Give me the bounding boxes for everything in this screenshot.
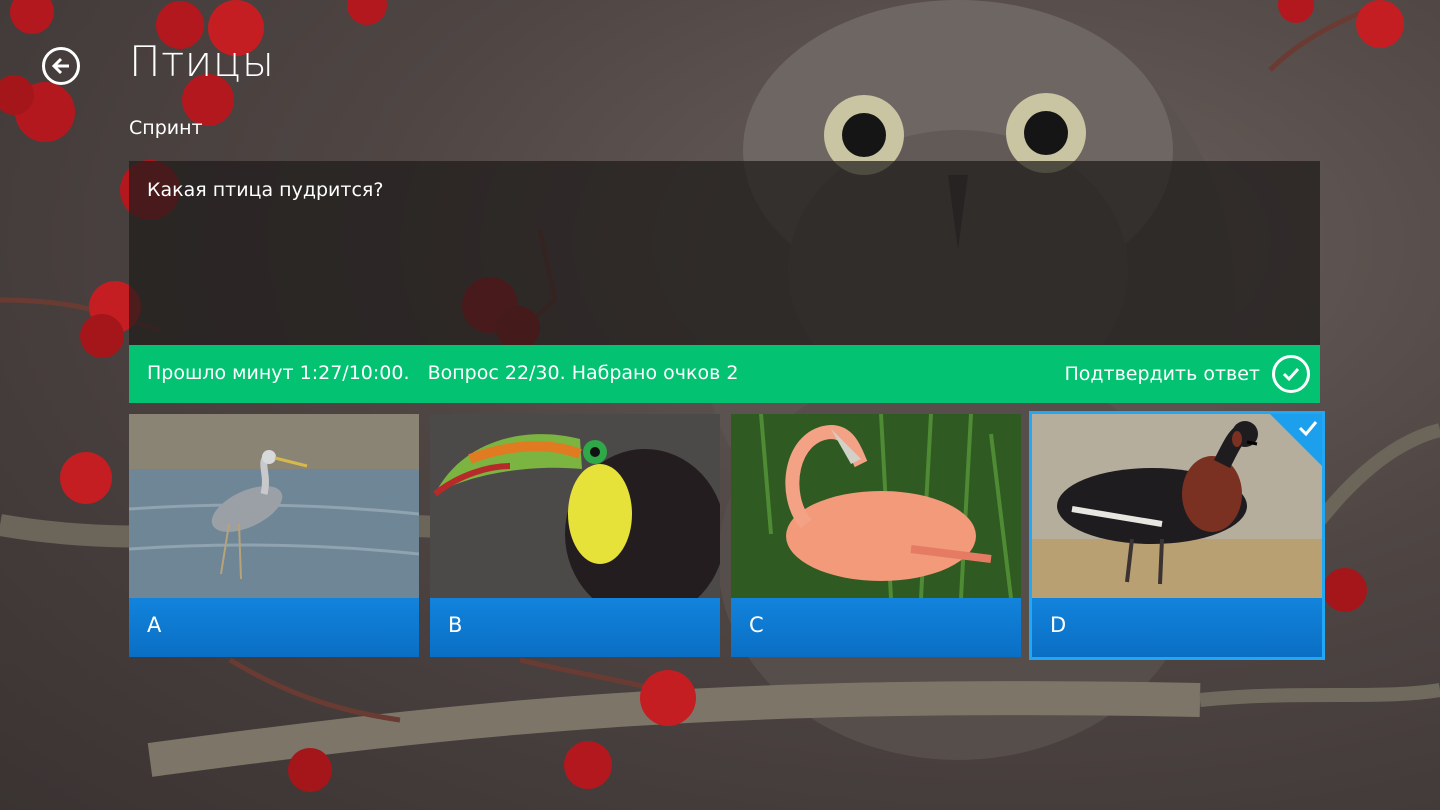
page-title: Птицы — [129, 37, 275, 86]
answer-letter: A — [147, 613, 162, 637]
confirm-answer-label: Подтвердить ответ — [1064, 363, 1260, 385]
confirm-answer-button[interactable]: Подтвердить ответ — [1064, 354, 1310, 394]
answer-label-bar: D — [1032, 598, 1322, 657]
flamingo-photo — [731, 414, 1021, 598]
back-arrow-icon — [51, 57, 69, 75]
back-button[interactable] — [42, 47, 80, 85]
quiz-progress-text: Прошло минут 1:27/10:00. Вопрос 22/30. Н… — [147, 362, 739, 384]
question-panel: Какая птица пудрится? — [129, 161, 1320, 345]
background-owl-photo — [0, 0, 1440, 810]
checkmark-circle-icon — [1272, 355, 1310, 393]
grey-heron-photo — [129, 414, 419, 598]
answer-label-bar: A — [129, 598, 419, 657]
answer-letter: B — [448, 613, 463, 637]
toucan-photo — [430, 414, 720, 598]
quiz-mode-label: Спринт — [129, 117, 203, 139]
answer-label-bar: B — [430, 598, 720, 657]
checkmark-icon — [1298, 421, 1318, 437]
answer-tile-a[interactable]: A — [129, 414, 419, 657]
answer-tile-c[interactable]: C — [731, 414, 1021, 657]
answer-letter: C — [749, 613, 764, 637]
answer-letter: D — [1050, 613, 1067, 637]
selected-indicator — [1270, 414, 1322, 466]
answer-tile-b[interactable]: B — [430, 414, 720, 657]
answer-label-bar: C — [731, 598, 1021, 657]
answer-tile-d[interactable]: D — [1029, 411, 1325, 660]
question-text: Какая птица пудрится? — [147, 179, 384, 201]
status-bar: Прошло минут 1:27/10:00. Вопрос 22/30. Н… — [129, 345, 1320, 403]
